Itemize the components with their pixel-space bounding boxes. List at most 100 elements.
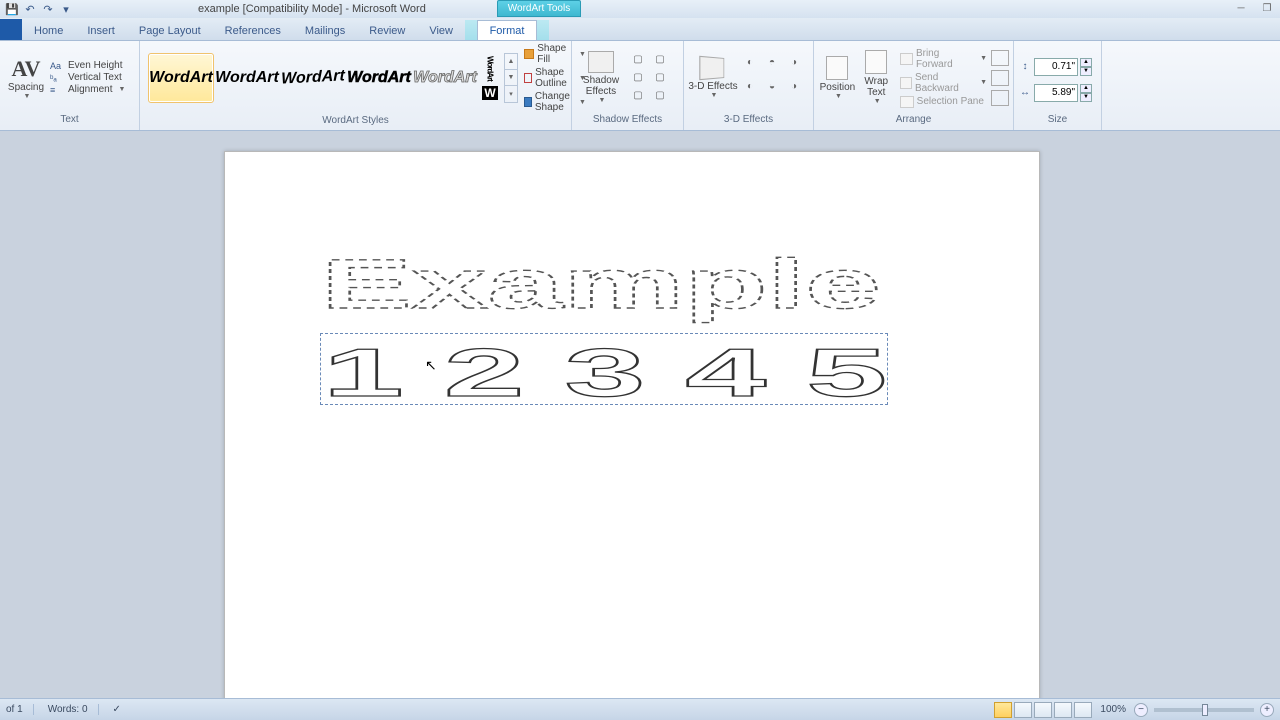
bring-forward-button[interactable]: Bring Forward▼: [900, 48, 987, 70]
tilt-right[interactable]: ◑: [784, 55, 804, 71]
wordart-object-numbers[interactable]: 1 2 3 4 5: [321, 334, 893, 410]
tab-format[interactable]: Format: [477, 20, 538, 40]
page[interactable]: Example 1 2 3 4 5 ↖: [224, 151, 1040, 698]
height-down[interactable]: ▼: [1080, 67, 1092, 76]
zoom-slider[interactable]: [1154, 708, 1254, 712]
height-input[interactable]: [1034, 58, 1078, 76]
width-down[interactable]: ▼: [1080, 93, 1092, 102]
wordart-style-1[interactable]: WordArt: [148, 53, 214, 103]
undo-icon[interactable]: ↶: [24, 3, 36, 15]
contextual-tab-title: WordArt Tools: [497, 0, 581, 17]
wordart-object-example[interactable]: Example: [321, 242, 921, 332]
3d-effects-button[interactable]: 3-D Effects ▼: [688, 57, 738, 99]
save-icon[interactable]: 💾: [6, 3, 18, 15]
nudge-shadow-left[interactable]: ▢: [628, 70, 648, 86]
group-label-arrange: Arrange: [814, 114, 1013, 130]
expand-gallery-icon[interactable]: ▾: [505, 86, 517, 102]
zoom-level[interactable]: 100%: [1100, 704, 1126, 715]
nudge-shadow-down[interactable]: ▢: [628, 88, 648, 104]
wordart-text-numbers: 1 2 3 4 5: [323, 335, 887, 410]
selection-pane-icon: [900, 96, 914, 108]
group-label-shadow: Shadow Effects: [572, 114, 683, 130]
wordart-style-4[interactable]: WordArt: [346, 53, 412, 103]
wordart-style-5[interactable]: WordArt: [412, 53, 478, 103]
nudge-shadow-up[interactable]: ▢: [628, 52, 648, 68]
minimize-button[interactable]: ─: [1234, 2, 1248, 14]
status-words[interactable]: Words: 0: [48, 704, 99, 715]
group-label-size: Size: [1014, 114, 1101, 130]
redo-icon[interactable]: ↷: [42, 3, 54, 15]
full-screen-view-button[interactable]: [1014, 702, 1032, 718]
window-title: example [Compatibility Mode] - Microsoft…: [78, 3, 1280, 15]
web-layout-view-button[interactable]: [1034, 702, 1052, 718]
tilt-down-left[interactable]: ◐: [740, 79, 760, 95]
group-button[interactable]: [991, 70, 1009, 86]
tab-review[interactable]: Review: [357, 21, 417, 40]
even-height-icon: Aa: [50, 61, 64, 71]
width-up[interactable]: ▲: [1080, 84, 1092, 93]
chevron-down-icon: ▼: [711, 92, 718, 99]
chevron-down-icon: ▼: [599, 97, 606, 104]
vertical-text-button[interactable]: ᵇₐVertical Text: [50, 72, 125, 83]
wordart-text-example: Example: [321, 245, 881, 323]
nudge-shadow-right[interactable]: ▢: [650, 70, 670, 86]
document-area[interactable]: Example 1 2 3 4 5 ↖: [0, 131, 1280, 698]
tilt-down[interactable]: ◒: [762, 79, 782, 95]
wrap-text-button[interactable]: Wrap Text ▼: [857, 50, 896, 105]
tab-references[interactable]: References: [213, 21, 293, 40]
bring-forward-icon: [900, 53, 913, 65]
align-button[interactable]: [991, 50, 1009, 66]
alignment-button[interactable]: ≡Alignment▼: [50, 84, 125, 95]
wordart-style-2[interactable]: WordArt: [214, 53, 280, 103]
height-up[interactable]: ▲: [1080, 58, 1092, 67]
shadow-icon: [588, 51, 614, 73]
chevron-down-icon: ▼: [874, 98, 881, 105]
scroll-up-icon[interactable]: ▲: [505, 54, 517, 70]
proofing-icon[interactable]: ✓: [113, 704, 121, 715]
width-input[interactable]: [1034, 84, 1078, 102]
selection-pane-button[interactable]: Selection Pane: [900, 96, 987, 108]
print-layout-view-button[interactable]: [994, 702, 1012, 718]
shape-outline-icon: [524, 73, 532, 83]
zoom-out-button[interactable]: −: [1134, 703, 1148, 717]
tab-mailings[interactable]: Mailings: [293, 21, 357, 40]
mouse-cursor-icon: ↖: [425, 357, 437, 374]
wordart-gallery[interactable]: WordArt WordArt WordArt WordArt WordArt …: [148, 53, 518, 103]
qat-customize-icon[interactable]: ▾: [60, 3, 72, 15]
spacing-button[interactable]: AV Spacing ▼: [4, 56, 48, 100]
tab-insert[interactable]: Insert: [75, 21, 127, 40]
tilt-down-right[interactable]: ◑: [784, 79, 804, 95]
file-tab[interactable]: [0, 19, 22, 40]
nudge-shadow-up-right[interactable]: ▢: [650, 52, 670, 68]
alignment-icon: ≡: [50, 85, 64, 95]
nudge-shadow-down-right[interactable]: ▢: [650, 88, 670, 104]
zoom-in-button[interactable]: +: [1260, 703, 1274, 717]
wordart-style-3[interactable]: WordArt: [280, 51, 346, 104]
tab-view[interactable]: View: [417, 21, 465, 40]
rotate-button[interactable]: [991, 90, 1009, 106]
spacing-icon: AV: [12, 56, 41, 82]
group-label-wordart-styles: WordArt Styles: [140, 115, 571, 130]
even-height-button[interactable]: AaEven Height: [50, 60, 125, 71]
send-backward-button[interactable]: Send Backward▼: [900, 72, 987, 94]
tilt-up[interactable]: ◓: [762, 55, 782, 71]
position-button[interactable]: Position ▼: [818, 56, 857, 100]
position-icon: [826, 56, 848, 80]
status-page[interactable]: of 1: [6, 704, 34, 715]
gallery-more-button[interactable]: ▲ ▼ ▾: [504, 53, 518, 103]
outline-view-button[interactable]: [1054, 702, 1072, 718]
wrap-text-icon: [865, 50, 887, 74]
tab-page-layout[interactable]: Page Layout: [127, 21, 213, 40]
wordart-style-6[interactable]: WordArt: [486, 56, 495, 81]
tilt-left[interactable]: ◐: [740, 55, 760, 71]
chevron-down-icon: ▼: [24, 93, 31, 100]
scroll-down-icon[interactable]: ▼: [505, 70, 517, 86]
vertical-text-icon: ᵇₐ: [50, 73, 64, 83]
draft-view-button[interactable]: [1074, 702, 1092, 718]
tab-home[interactable]: Home: [22, 21, 75, 40]
restore-button[interactable]: ❐: [1260, 2, 1274, 14]
chevron-down-icon: ▼: [835, 93, 842, 100]
shadow-effects-button[interactable]: Shadow Effects ▼: [576, 51, 626, 104]
zoom-thumb[interactable]: [1202, 704, 1208, 716]
wordart-style-7[interactable]: W: [482, 86, 497, 100]
